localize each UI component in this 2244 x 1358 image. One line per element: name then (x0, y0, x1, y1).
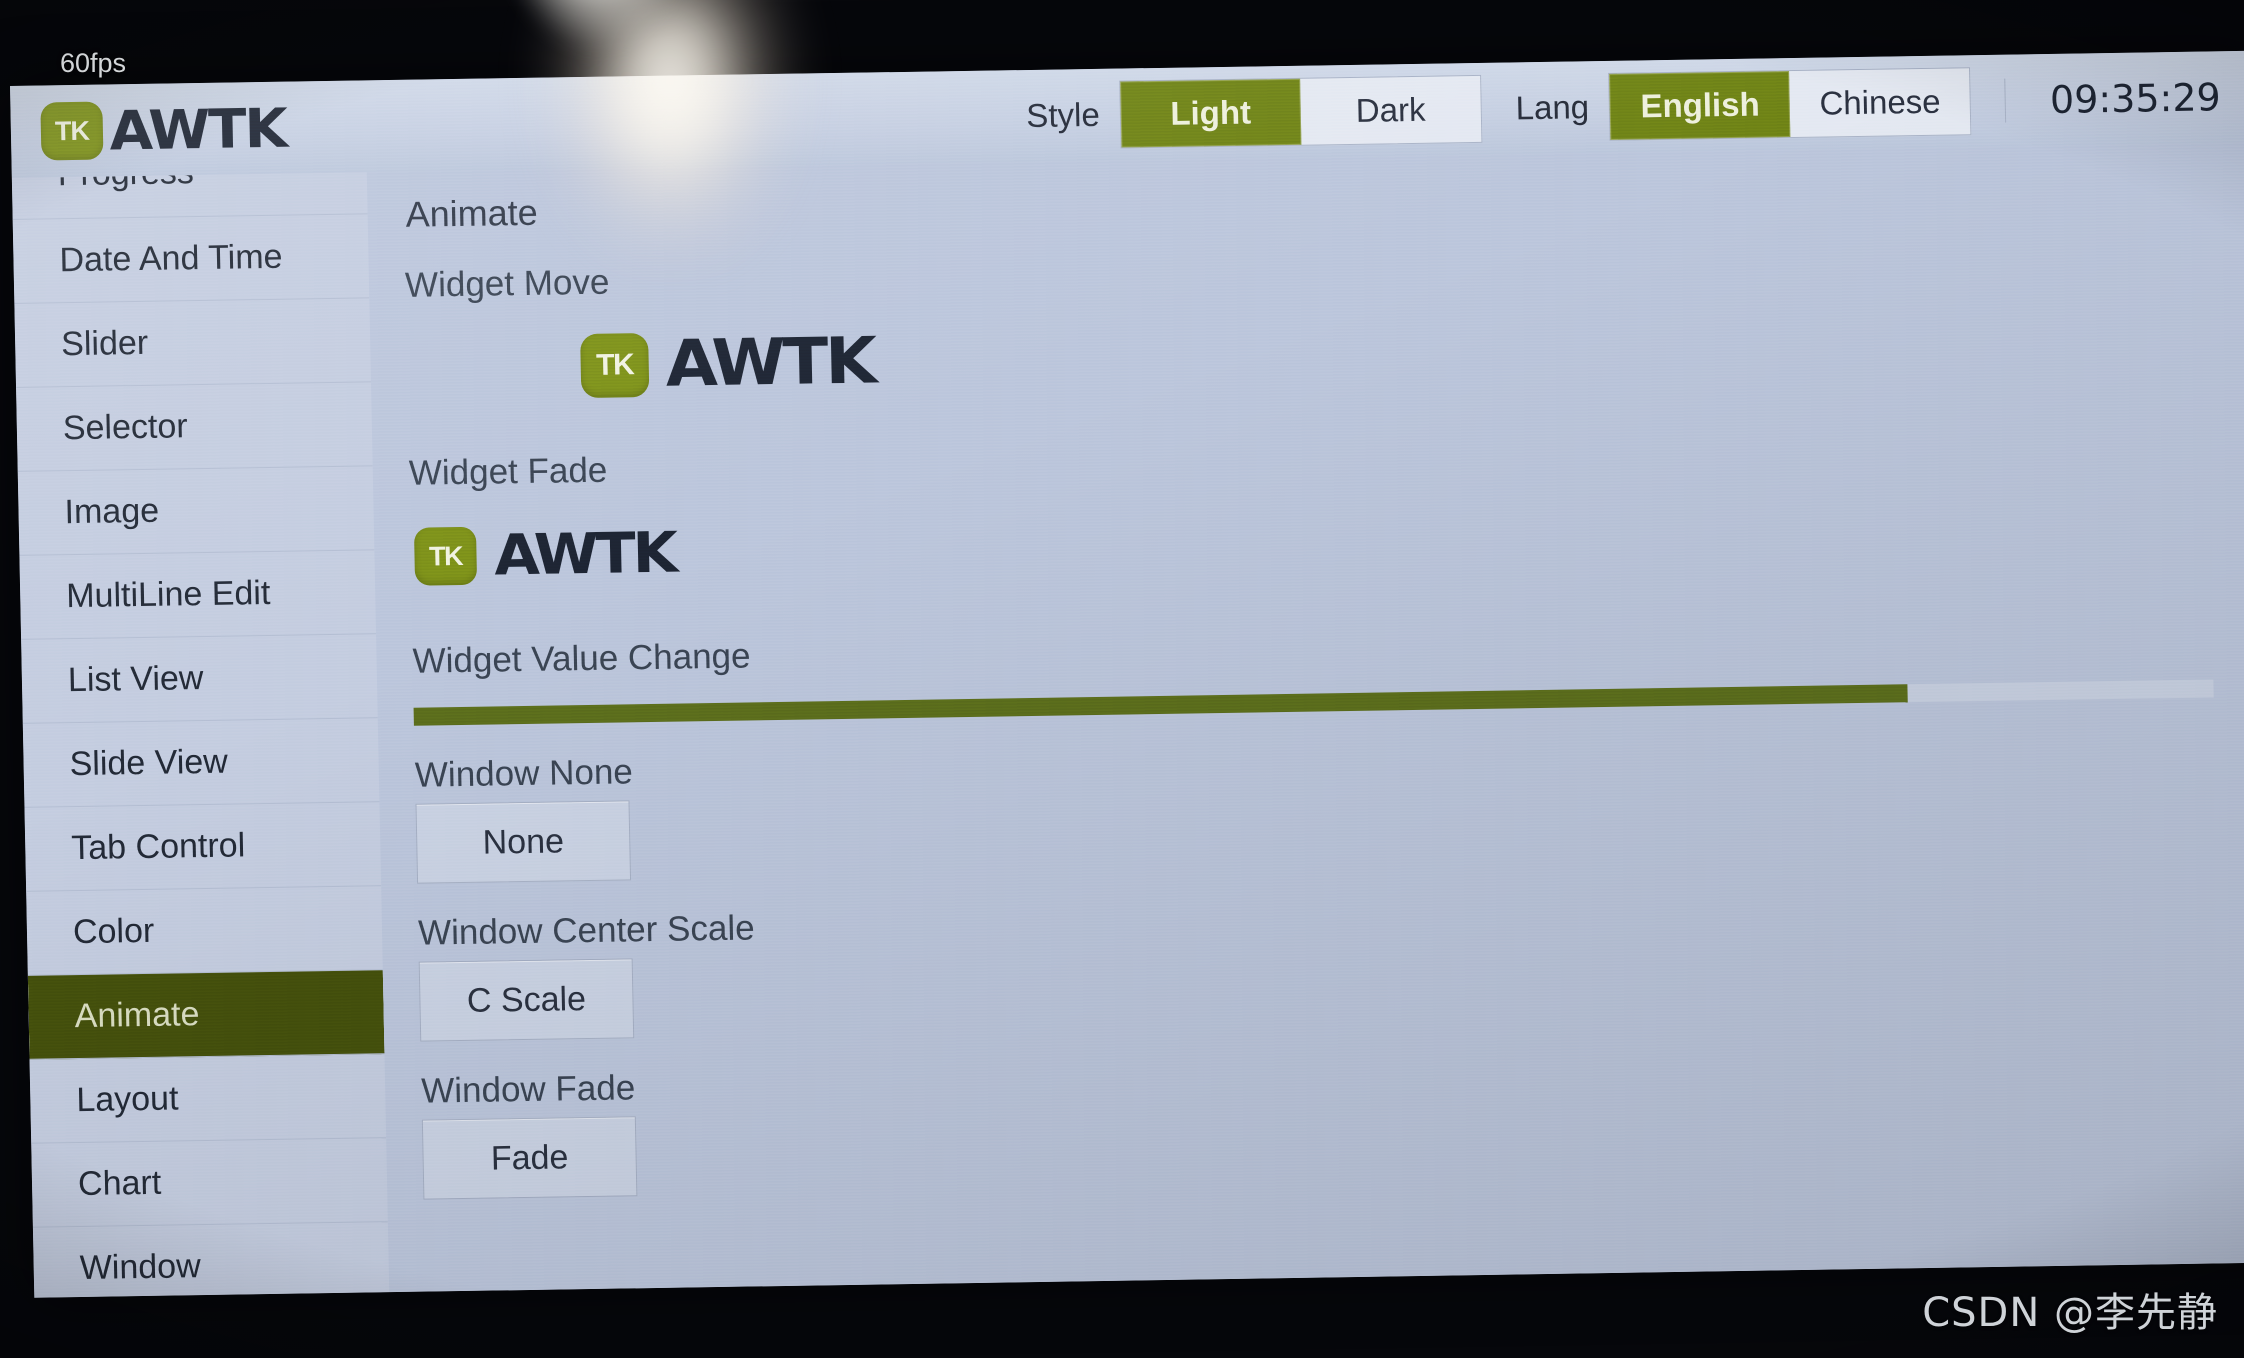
awtk-badge-icon: TK (40, 101, 104, 161)
window-fade-button[interactable]: Fade (421, 1116, 638, 1200)
sidebar-item-layout[interactable]: Layout (29, 1054, 387, 1144)
style-label: Style (1025, 95, 1101, 135)
lang-option-chinese[interactable]: Chinese (1789, 68, 1970, 137)
sidebar-item-label: Window (79, 1247, 202, 1288)
progress-bar-fill (413, 684, 1908, 726)
awtk-wordmark: AWTK (493, 520, 676, 588)
app-logo-wordmark: AWTK (108, 96, 287, 162)
window-center-scale-button[interactable]: C Scale (418, 958, 635, 1042)
device-screen: TK AWTK Style Light Dark Lang English Ch… (10, 50, 2244, 1298)
sidebar-item-label: Color (72, 911, 155, 952)
style-switcher: Style Light Dark (1025, 74, 1483, 150)
lang-option-english[interactable]: English (1609, 71, 1791, 140)
sidebar-item-label: Slider (60, 323, 149, 364)
style-option-dark[interactable]: Dark (1300, 76, 1481, 145)
sidebar-item-selector[interactable]: Selector (16, 382, 373, 472)
body-area: Progress Date And Time Slider Selector Image… (11, 142, 2244, 1298)
window-center-scale-label: Window Center Scale (417, 908, 755, 953)
progress-bar[interactable] (413, 679, 2214, 726)
sidebar-item-animate[interactable]: Animate (27, 970, 385, 1060)
sidebar-item-window[interactable]: Window (32, 1222, 390, 1298)
sidebar-item-list-view[interactable]: List View (21, 634, 378, 724)
window-none-button[interactable]: None (415, 800, 632, 884)
screen-photo: TK AWTK Style Light Dark Lang English Ch… (0, 0, 2244, 1358)
sidebar-item-image[interactable]: Image (17, 466, 375, 556)
sidebar-item-label: List View (67, 659, 204, 700)
sidebar-item-label: Tab Control (70, 826, 246, 868)
device-screen-wrapper: TK AWTK Style Light Dark Lang English Ch… (10, 50, 2244, 1298)
app-logo: TK AWTK (40, 95, 341, 163)
sidebar-item-slider[interactable]: Slider (14, 298, 372, 388)
sidebar-item-label: Selector (62, 407, 188, 448)
sidebar-item-label: Layout (75, 1079, 179, 1120)
language-switcher: Lang English Chinese (1515, 67, 1972, 142)
sidebar-item-multiline-edit[interactable]: MultiLine Edit (19, 550, 377, 640)
lang-label: Lang (1515, 88, 1590, 127)
clock-display: 09:35:29 (2004, 75, 2222, 123)
widget-move-demo: TK AWTK (400, 285, 2244, 424)
lens-flare-core (500, 0, 690, 50)
sidebar-item-tab-control[interactable]: Tab Control (24, 802, 382, 892)
content-inner: Animate Widget Move TK AWTK Widget Fade … (367, 143, 2244, 1201)
sidebar-item-color[interactable]: Color (26, 886, 383, 976)
lang-segmented-control[interactable]: English Chinese (1608, 67, 1972, 141)
sidebar-item-label: Date And Time (59, 237, 283, 280)
awtk-badge-icon: TK (580, 333, 650, 399)
page-title: Animate (405, 191, 539, 235)
widget-fade-demo: TK AWTK (403, 473, 2244, 612)
csdn-watermark: CSDN @李先静 (1922, 1290, 2218, 1336)
style-option-light[interactable]: Light (1120, 78, 1302, 148)
sidebar-item-date-and-time[interactable]: Date And Time (12, 214, 370, 304)
sidebar-item-progress[interactable]: Progress (11, 172, 368, 220)
content-panel: Animate Widget Move TK AWTK Widget Fade … (366, 142, 2244, 1293)
sidebar-item-label: Animate (74, 995, 200, 1036)
sidebar-item-label: Image (64, 491, 160, 532)
sidebar-nav[interactable]: Progress Date And Time Slider Selector Image… (11, 172, 390, 1298)
window-fade-label: Window Fade (420, 1068, 636, 1111)
awtk-wordmark: AWTK (665, 324, 875, 402)
sidebar-item-label: Slide View (69, 742, 229, 784)
fps-indicator: 60fps (60, 48, 127, 78)
sidebar-item-chart[interactable]: Chart (31, 1138, 388, 1228)
widget-value-change-label: Widget Value Change (412, 636, 751, 681)
sidebar-item-label: Chart (77, 1163, 162, 1204)
style-segmented-control[interactable]: Light Dark (1119, 74, 1483, 149)
sidebar-item-slide-view[interactable]: Slide View (22, 718, 380, 808)
sidebar-item-label: MultiLine Edit (65, 573, 271, 616)
window-none-label: Window None (414, 752, 634, 795)
awtk-badge-icon: TK (413, 526, 478, 586)
